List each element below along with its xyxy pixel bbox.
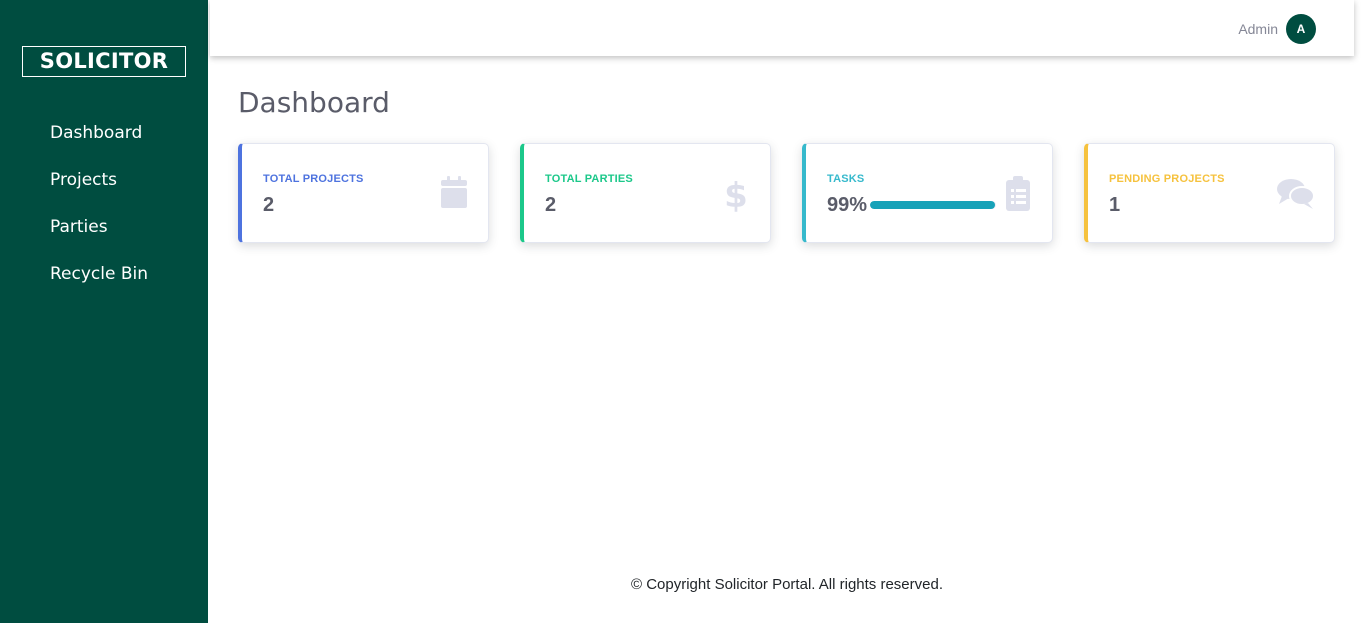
- avatar[interactable]: A: [1286, 14, 1316, 44]
- svg-text:$: $: [724, 176, 748, 212]
- page-title: Dashboard: [238, 86, 390, 119]
- card-label: PENDING PROJECTS: [1109, 173, 1225, 185]
- brand-logo[interactable]: SOLICITOR: [22, 46, 186, 77]
- total-parties-card: TOTAL PARTIES 2 $: [520, 143, 771, 243]
- progress-fill: [870, 201, 995, 209]
- card-label: TASKS: [827, 173, 865, 185]
- dollar-icon: $: [724, 176, 748, 212]
- sidebar: SOLICITOR Dashboard Projects Parties Rec…: [0, 0, 208, 623]
- card-value: 99%: [827, 194, 868, 216]
- tasks-card: TASKS 99%: [802, 143, 1053, 243]
- topbar: Admin A: [210, 0, 1354, 56]
- clipboard-list-icon: [1006, 176, 1030, 211]
- card-value: 1: [1109, 194, 1121, 216]
- card-label: TOTAL PROJECTS: [263, 173, 364, 185]
- total-projects-card: TOTAL PROJECTS 2: [238, 143, 489, 243]
- footer-copyright: © Copyright Solicitor Portal. All rights…: [630, 576, 943, 593]
- tasks-progress-bar: [870, 201, 996, 209]
- sidebar-item-recycle-bin[interactable]: Recycle Bin: [0, 251, 208, 298]
- comments-icon: [1277, 179, 1315, 209]
- pending-projects-card: PENDING PROJECTS 1: [1084, 143, 1335, 243]
- calendar-icon: [441, 176, 467, 208]
- sidebar-item-projects[interactable]: Projects: [0, 157, 208, 204]
- card-label: TOTAL PARTIES: [545, 173, 633, 185]
- card-value: 2: [545, 194, 557, 216]
- sidebar-nav: Dashboard Projects Parties Recycle Bin: [0, 110, 208, 298]
- sidebar-item-dashboard[interactable]: Dashboard: [0, 110, 208, 157]
- user-name[interactable]: Admin: [1238, 21, 1278, 37]
- card-value: 2: [263, 194, 275, 216]
- sidebar-item-parties[interactable]: Parties: [0, 204, 208, 251]
